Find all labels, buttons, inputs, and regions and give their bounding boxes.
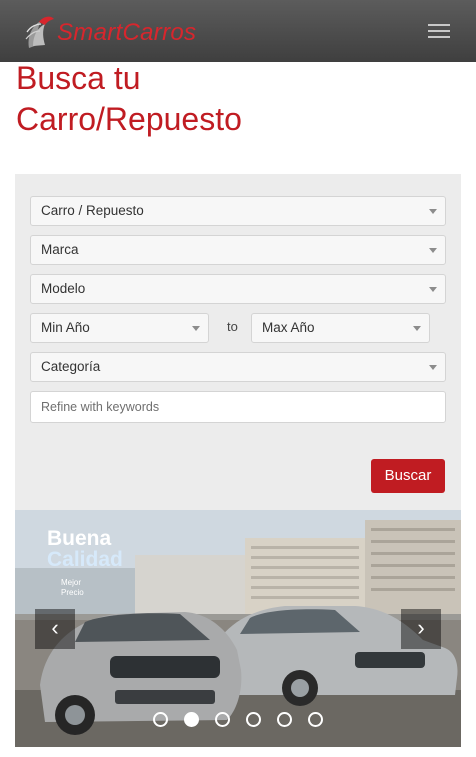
max-year-select-value: Max Año [262,320,315,335]
carousel-indicator-1[interactable] [153,712,168,727]
page-title: Busca tu Carro/Repuesto [16,58,456,140]
page-title-line2: Carro/Repuesto [16,101,242,137]
type-select[interactable]: Carro / Repuesto [30,196,446,226]
search-button[interactable]: Buscar [371,459,445,493]
min-year-select-value: Min Año [41,320,90,335]
logo[interactable]: SmartCarros [20,12,220,52]
carousel-indicator-4[interactable] [246,712,261,727]
carousel-indicators [153,712,333,728]
chevron-left-icon: ‹ [51,615,59,640]
max-year-select[interactable]: Max Año [251,313,430,343]
model-select[interactable]: Modelo [30,274,446,304]
chevron-down-icon [192,326,200,331]
caption-line4: Precio [61,588,84,597]
keywords-input[interactable] [30,391,446,423]
carousel-indicator-6[interactable] [308,712,323,727]
page: SmartCarros Busca tu Carro/Repuesto Carr… [0,0,476,757]
carousel-indicator-2[interactable] [184,712,199,727]
chevron-down-icon [429,287,437,292]
navbar: SmartCarros [0,0,476,62]
brand-name: SmartCarros [57,19,197,46]
search-panel: Carro / Repuesto Marca Modelo Min Año to… [15,174,461,510]
carousel-prev-button[interactable]: ‹ [35,609,75,649]
brand-select[interactable]: Marca [30,235,446,265]
caption-line1: Buena [47,527,112,550]
min-year-select[interactable]: Min Año [30,313,209,343]
type-select-value: Carro / Repuesto [41,203,144,218]
hamburger-menu-icon[interactable] [420,24,458,46]
chevron-down-icon [413,326,421,331]
brand-select-value: Marca [41,242,79,257]
chevron-down-icon [429,365,437,370]
logo-icon [25,16,54,48]
chevron-down-icon [429,209,437,214]
carousel-caption: Buena Calidad Mejor Precio [47,528,123,598]
caption-line3: Mejor [61,578,82,587]
caption-line2: Calidad [47,548,123,571]
carousel-indicator-3[interactable] [215,712,230,727]
carousel-indicator-5[interactable] [277,712,292,727]
chevron-right-icon: › [417,615,425,640]
chevron-down-icon [429,248,437,253]
year-range-separator: to [227,319,238,334]
page-title-line1: Busca tu [16,60,141,96]
image-carousel[interactable]: Buena Calidad Mejor Precio ‹ › [15,510,461,747]
category-select[interactable]: Categoría [30,352,446,382]
model-select-value: Modelo [41,281,86,296]
category-select-value: Categoría [41,359,101,374]
carousel-next-button[interactable]: › [401,609,441,649]
